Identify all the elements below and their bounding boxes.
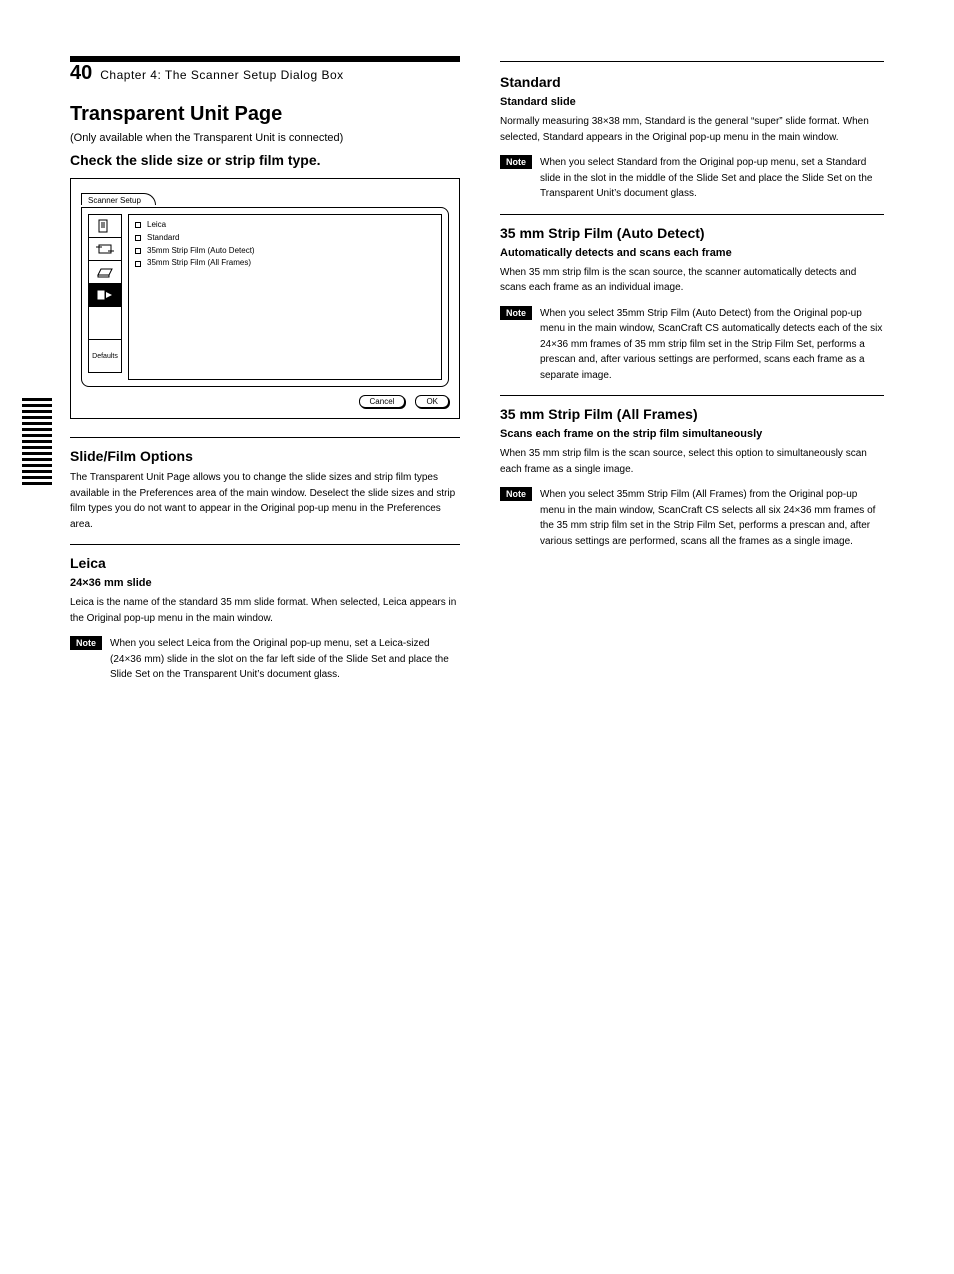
note-text: When you select 35mm Strip Film (All Fra… (540, 487, 884, 549)
dialog-body: Defaults Leica Standard 35mm Strip Film … (81, 207, 449, 387)
icon-tab-defaults[interactable]: Defaults (88, 339, 122, 373)
dialog-tab: Scanner Setup (81, 193, 156, 205)
page-masthead: 40 Chapter 4: The Scanner Setup Dialog B… (70, 56, 460, 85)
ok-button[interactable]: OK (415, 395, 449, 408)
icon-tab-tpu[interactable] (88, 283, 122, 307)
section-heading: 35 mm Strip Film (All Frames) (500, 406, 884, 422)
option-strip-auto[interactable]: 35mm Strip Film (Auto Detect) (135, 245, 435, 258)
icon-tab-general[interactable] (88, 214, 122, 238)
body-text: When 35 mm strip film is the scan source… (500, 265, 884, 296)
icon-tab-spacer-1 (88, 306, 122, 340)
option-label: Standard (147, 232, 179, 245)
dialog-icon-tabs: Defaults (88, 214, 122, 380)
option-leica[interactable]: Leica (135, 219, 435, 232)
divider (500, 395, 884, 396)
divider (70, 544, 460, 545)
page-title: Transparent Unit Page (70, 103, 460, 126)
column-top-rule (500, 61, 884, 62)
chapter-title: Chapter 4: The Scanner Setup Dialog Box (100, 68, 343, 82)
section-lead: Scans each frame on the strip film simul… (500, 428, 884, 440)
figure-caption: Check the slide size or strip film type. (70, 152, 460, 168)
section-heading: 35 mm Strip Film (Auto Detect) (500, 225, 884, 241)
note-text: When you select Leica from the Original … (110, 636, 460, 683)
divider (70, 437, 460, 438)
checkbox-icon (135, 248, 141, 254)
body-text: The Transparent Unit Page allows you to … (70, 470, 460, 532)
section-heading: Standard (500, 74, 884, 90)
section-heading: Slide/Film Options (70, 448, 460, 464)
option-strip-all[interactable]: 35mm Strip Film (All Frames) (135, 257, 435, 270)
scanner-icon (96, 265, 114, 279)
scanner-setup-figure: Scanner Setup (70, 178, 460, 419)
icon-tab-density[interactable] (88, 260, 122, 284)
body-text: Normally measuring 38×38 mm, Standard is… (500, 114, 884, 145)
icon-tab-aspect[interactable] (88, 237, 122, 261)
page-subtitle: (Only available when the Transparent Uni… (70, 132, 460, 144)
checkbox-icon (135, 235, 141, 241)
note-badge: Note (500, 306, 532, 320)
cancel-button[interactable]: Cancel (359, 395, 406, 408)
option-label: Leica (147, 219, 166, 232)
section-heading: Leica (70, 555, 460, 571)
side-tab-stripes (22, 398, 52, 488)
body-text: Leica is the name of the standard 35 mm … (70, 595, 460, 626)
option-label: 35mm Strip Film (All Frames) (147, 257, 251, 270)
option-standard[interactable]: Standard (135, 232, 435, 245)
note-badge: Note (500, 155, 532, 169)
film-icon (96, 288, 114, 302)
note-text: When you select Standard from the Origin… (540, 155, 884, 202)
note-badge: Note (70, 636, 102, 650)
crop-icon (96, 242, 114, 256)
section-lead: 24×36 mm slide (70, 577, 460, 589)
checkbox-icon (135, 222, 141, 228)
body-text: When 35 mm strip film is the scan source… (500, 446, 884, 477)
note-text: When you select 35mm Strip Film (Auto De… (540, 306, 884, 384)
document-icon (96, 219, 114, 233)
section-lead: Standard slide (500, 96, 884, 108)
dialog-options-box: Leica Standard 35mm Strip Film (Auto Det… (128, 214, 442, 380)
option-label: 35mm Strip Film (Auto Detect) (147, 245, 255, 258)
page-number: 40 (70, 62, 100, 85)
section-lead: Automatically detects and scans each fra… (500, 247, 884, 259)
checkbox-icon (135, 261, 141, 267)
note-badge: Note (500, 487, 532, 501)
divider (500, 214, 884, 215)
side-tab (22, 398, 52, 488)
